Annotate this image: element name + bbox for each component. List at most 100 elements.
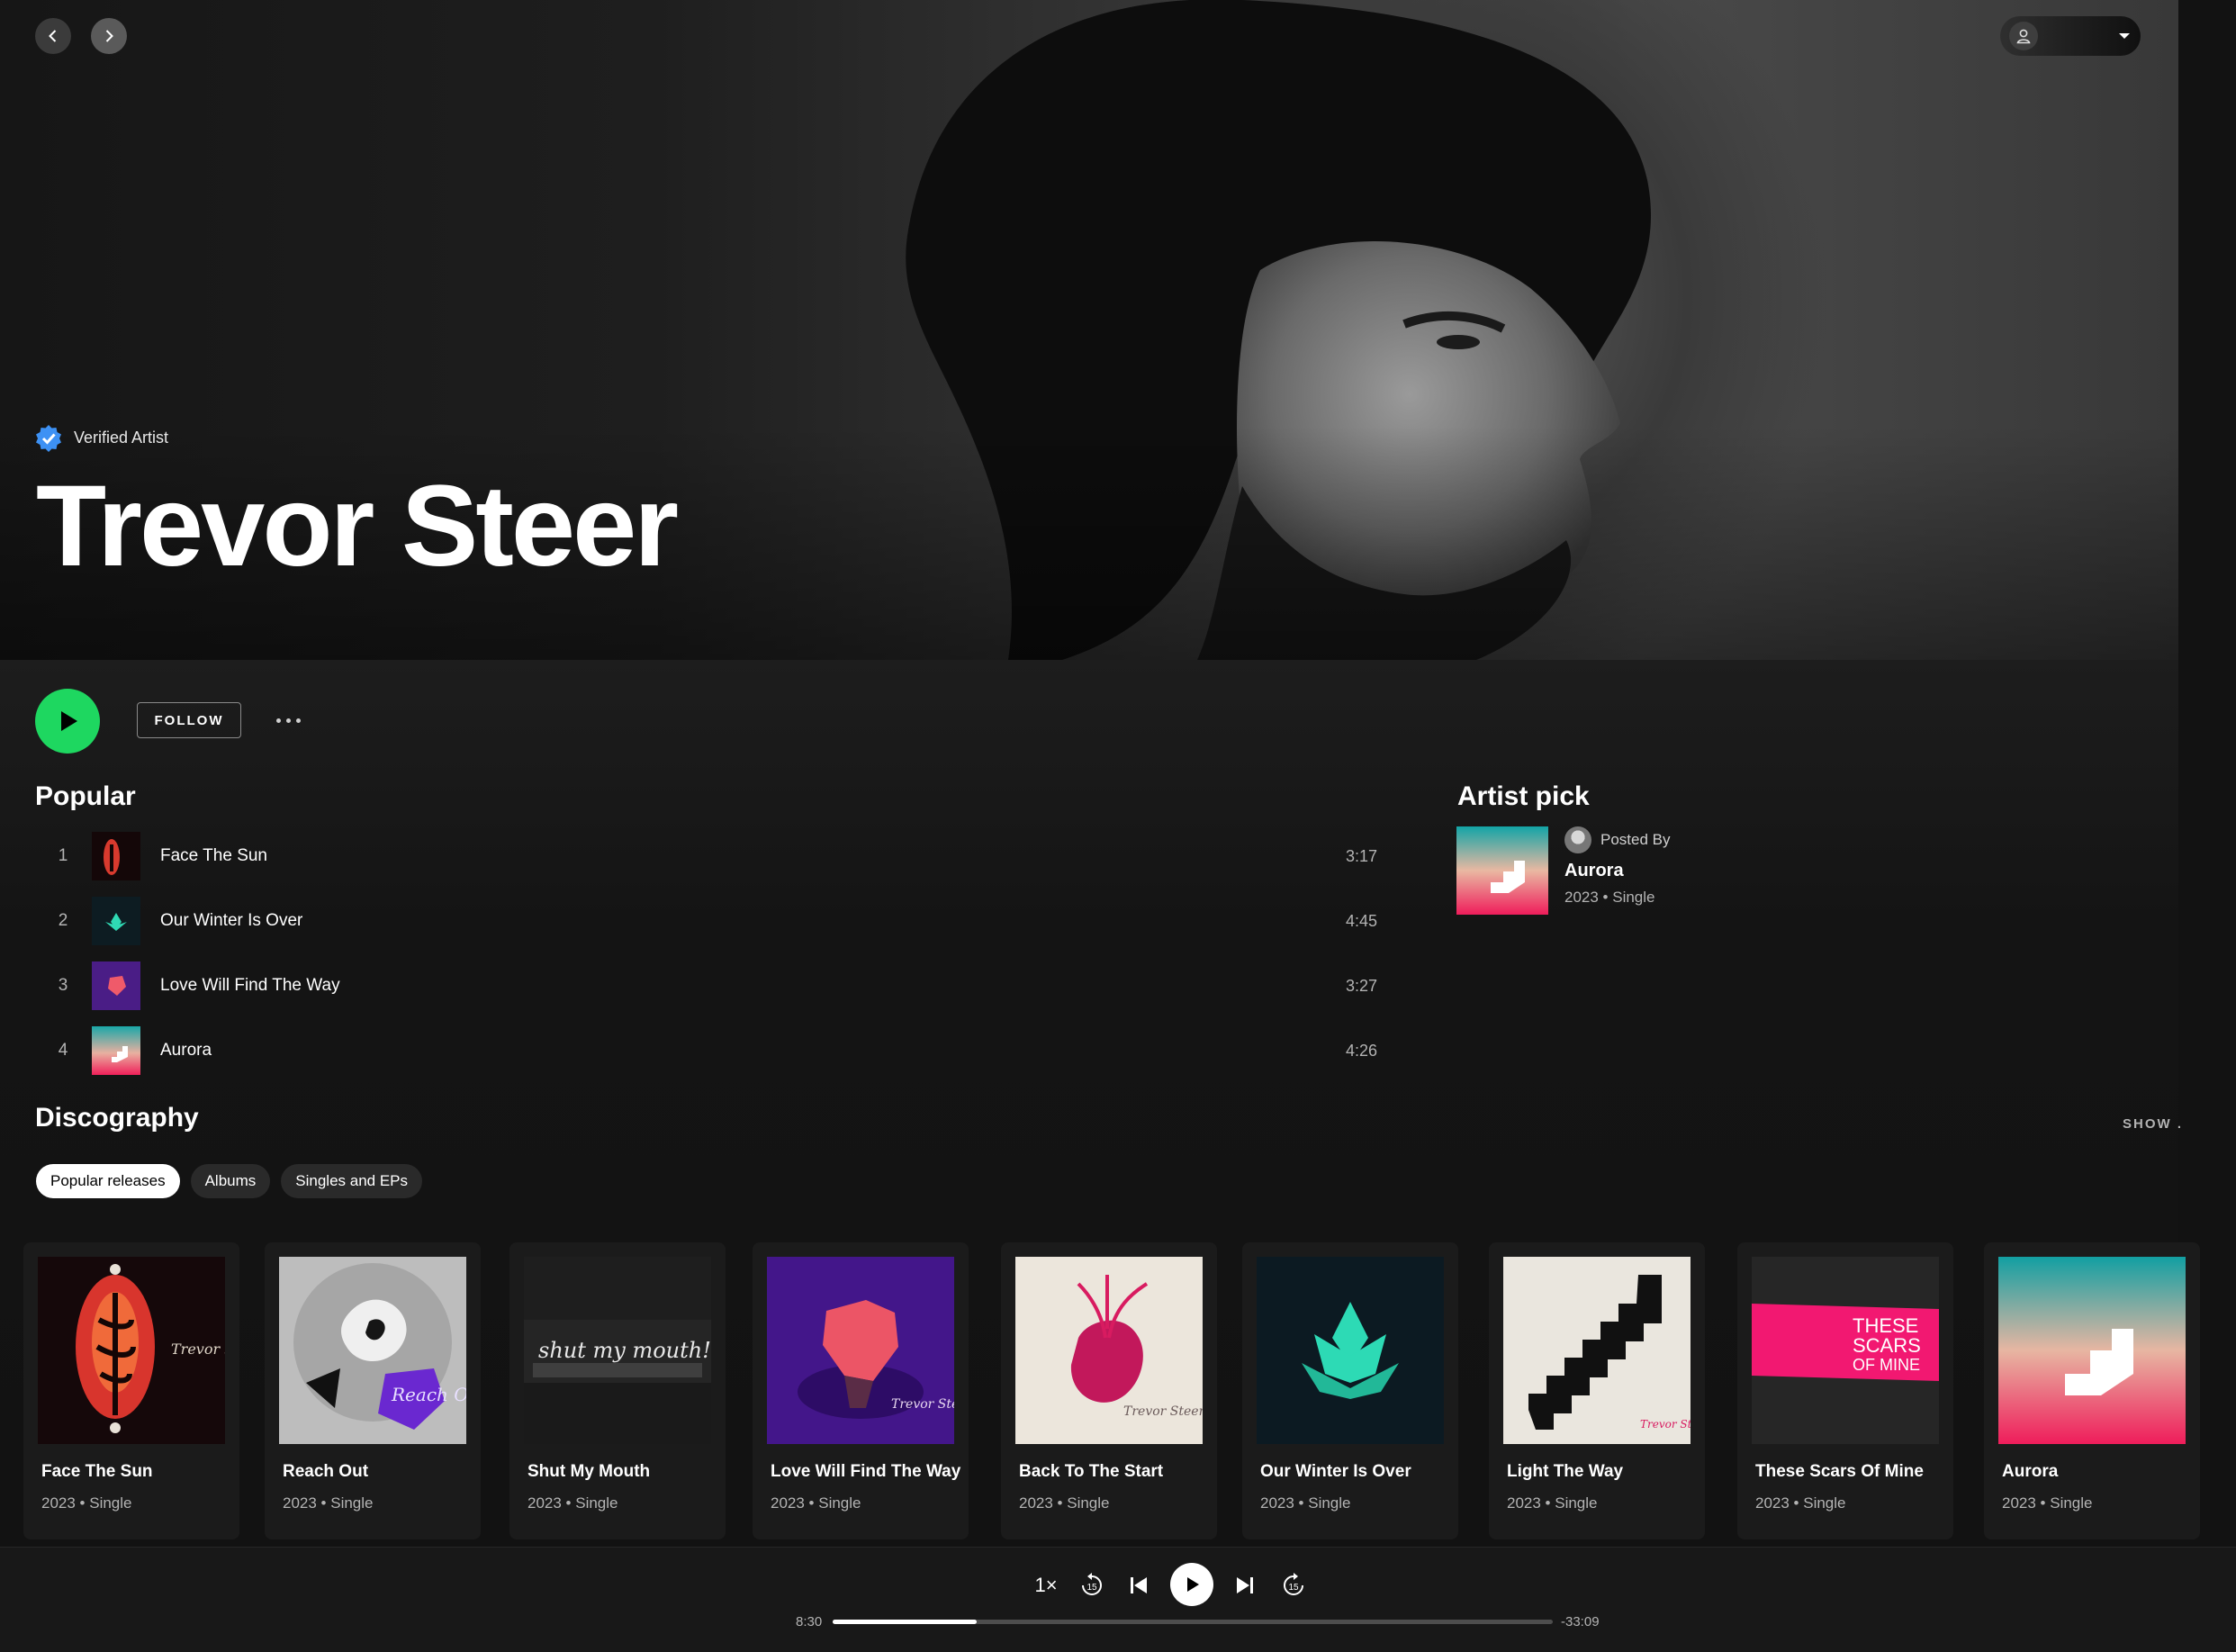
artist-name: Trevor Steer: [36, 462, 679, 591]
chevron-left-icon: [49, 30, 57, 42]
track-number: 2: [58, 911, 68, 930]
release-card[interactable]: shut my mouth!.. Shut My Mouth 2023 • Si…: [509, 1242, 726, 1539]
track-row[interactable]: 1 Face The Sun 3:17: [36, 826, 1377, 886]
artist-pick-info[interactable]: Posted By Aurora 2023 • Single: [1564, 826, 1671, 907]
follow-button[interactable]: FOLLOW: [137, 702, 241, 738]
popular-title: Popular: [35, 781, 136, 811]
release-card[interactable]: Trevor Steer Face The Sun 2023 • Single: [23, 1242, 239, 1539]
back-button[interactable]: [35, 18, 71, 54]
playback-speed-button[interactable]: 1×: [1030, 1572, 1062, 1599]
artist-pick-subtitle: 2023 • Single: [1564, 889, 1655, 906]
release-card[interactable]: Reach Out Reach Out 2023 • Single: [265, 1242, 481, 1539]
more-options-button[interactable]: [270, 708, 306, 733]
track-row[interactable]: 4 Aurora 4:26: [36, 1021, 1377, 1080]
verified-badge: Verified Artist: [34, 423, 168, 452]
release-cover: [1257, 1257, 1444, 1444]
release-subtitle: 2023 • Single: [1019, 1494, 1110, 1512]
release-title: Love Will Find The Way: [771, 1462, 961, 1481]
chip-popular-releases[interactable]: Popular releases: [36, 1164, 180, 1198]
release-card[interactable]: Our Winter Is Over 2023 • Single: [1242, 1242, 1458, 1539]
track-title: Our Winter Is Over: [160, 911, 303, 930]
release-cover: Trevor Steer: [1015, 1257, 1203, 1444]
track-title: Face The Sun: [160, 846, 268, 865]
release-title: Aurora: [2002, 1462, 2059, 1481]
release-title: Our Winter Is Over: [1260, 1462, 1411, 1481]
track-number: 3: [58, 976, 68, 995]
progress-bar[interactable]: [833, 1620, 1553, 1624]
artist-header: Verified Artist Trevor Steer: [0, 0, 2178, 660]
track-row[interactable]: 3 Love Will Find The Way 3:27: [36, 956, 1377, 1016]
release-title: Light The Way: [1507, 1462, 1624, 1481]
release-card[interactable]: Aurora 2023 • Single: [1984, 1242, 2200, 1539]
release-title: Face The Sun: [41, 1462, 153, 1481]
track-duration: 3:27: [1345, 976, 1377, 995]
artist-pick-cover[interactable]: [1456, 826, 1548, 915]
artist-pick-release: Aurora: [1564, 861, 1624, 880]
caret-down-icon: [2119, 33, 2130, 39]
release-subtitle: 2023 • Single: [1755, 1494, 1846, 1512]
remaining-time: -33:09: [1561, 1614, 1600, 1629]
release-subtitle: 2023 • Single: [283, 1494, 374, 1512]
release-title: Back To The Start: [1019, 1462, 1164, 1481]
release-card[interactable]: Trevor Steer Light The Way 2023 • Single: [1489, 1242, 1705, 1539]
svg-text:15: 15: [1288, 1583, 1299, 1593]
release-subtitle: 2023 • Single: [1260, 1494, 1351, 1512]
play-icon: [61, 711, 77, 731]
track-row[interactable]: 2 Our Winter Is Over 4:45: [36, 891, 1377, 951]
skip-previous-icon: [1131, 1577, 1147, 1593]
release-subtitle: 2023 • Single: [527, 1494, 618, 1512]
track-duration: 4:45: [1345, 911, 1377, 930]
discography-filter: Popular releases Albums Singles and EPs: [36, 1164, 423, 1198]
elapsed-time: 8:30: [796, 1614, 823, 1629]
release-subtitle: 2023 • Single: [1507, 1494, 1598, 1512]
svg-text:15: 15: [1086, 1583, 1097, 1593]
player-bar: [0, 1547, 2236, 1652]
show-all-link[interactable]: SHOW .: [2123, 1116, 2183, 1132]
track-cover: [92, 961, 140, 1010]
svg-text:Trevor Steer: Trevor Steer: [1123, 1404, 1203, 1419]
forward-button[interactable]: [91, 18, 127, 54]
track-number: 4: [58, 1041, 68, 1060]
svg-text:Trevor Steer: Trevor Steer: [1640, 1418, 1691, 1431]
track-cover: [92, 832, 140, 880]
next-button[interactable]: [1230, 1570, 1260, 1601]
chip-singles-eps[interactable]: Singles and EPs: [281, 1164, 423, 1198]
release-subtitle: 2023 • Single: [2002, 1494, 2093, 1512]
skip-forward-button[interactable]: 15: [1278, 1570, 1309, 1601]
verified-label: Verified Artist: [74, 428, 169, 447]
release-cover: [1998, 1257, 2186, 1444]
track-cover: [92, 1026, 140, 1075]
skip-next-icon: [1237, 1577, 1253, 1593]
play-icon: [1187, 1577, 1199, 1592]
release-title: These Scars Of Mine: [1755, 1462, 1924, 1481]
svg-text:Trevor Steer: Trevor Steer: [891, 1397, 954, 1412]
play-button[interactable]: [35, 689, 100, 754]
release-title: Shut My Mouth: [527, 1462, 651, 1481]
release-card[interactable]: Trevor Steer Love Will Find The Way 2023…: [753, 1242, 969, 1539]
release-cover: shut my mouth!..: [524, 1257, 711, 1444]
player-play-button[interactable]: [1170, 1563, 1213, 1606]
posted-by-label: Posted By: [1600, 831, 1671, 848]
svg-text:shut my mouth!..: shut my mouth!..: [538, 1338, 711, 1363]
chip-albums[interactable]: Albums: [190, 1164, 271, 1198]
release-cover: THESE SCARS OF MINE: [1752, 1257, 1939, 1444]
svg-text:Reach Out: Reach Out: [391, 1384, 466, 1405]
skip-back-button[interactable]: 15: [1077, 1570, 1107, 1601]
release-cover: Trevor Steer: [1503, 1257, 1691, 1444]
discography-title: Discography: [35, 1103, 199, 1133]
chevron-right-icon: [105, 30, 113, 42]
skip-back-15-icon: 15: [1082, 1573, 1102, 1595]
artist-pick-title: Artist pick: [1457, 781, 1590, 811]
release-card[interactable]: Trevor Steer Back To The Start 2023 • Si…: [1001, 1242, 1217, 1539]
verified-icon: [36, 425, 61, 452]
release-card[interactable]: THESE SCARS OF MINE These Scars Of Mine …: [1737, 1242, 1953, 1539]
track-title: Love Will Find The Way: [160, 976, 340, 995]
previous-button[interactable]: [1123, 1570, 1154, 1601]
release-subtitle: 2023 • Single: [41, 1494, 132, 1512]
track-title: Aurora: [160, 1041, 212, 1060]
release-subtitle: 2023 • Single: [771, 1494, 861, 1512]
release-title: Reach Out: [283, 1462, 369, 1481]
track-duration: 4:26: [1345, 1041, 1377, 1060]
release-cover: Trevor Steer: [767, 1257, 954, 1444]
user-menu[interactable]: [2000, 16, 2141, 56]
